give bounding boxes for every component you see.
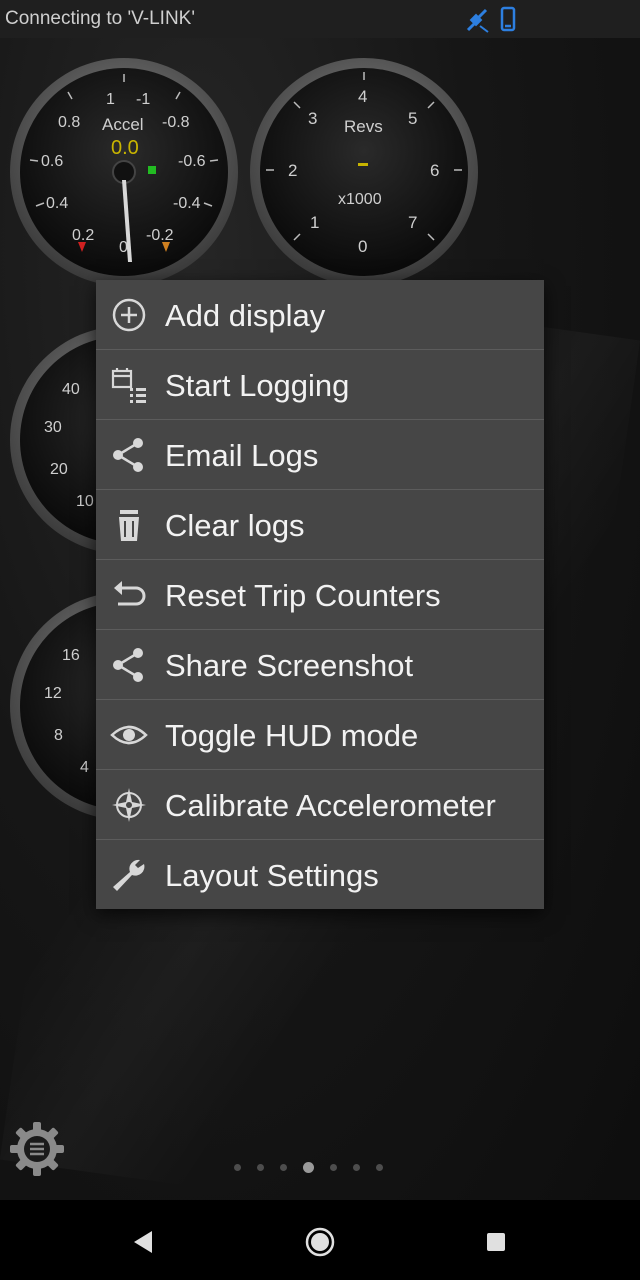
boost-tick-16: 16 xyxy=(62,647,80,664)
menu-item-label: Calibrate Accelerometer xyxy=(165,788,496,823)
trash-icon xyxy=(119,510,139,541)
recents-icon[interactable] xyxy=(476,1222,516,1262)
page-indicator xyxy=(226,1157,391,1177)
page-dot[interactable] xyxy=(353,1163,360,1171)
menu-item-label: Add display xyxy=(165,298,326,333)
menu-item-share-screenshot[interactable]: Share Screenshot xyxy=(96,630,544,700)
menu-item-clear-logs[interactable]: Clear logs xyxy=(96,490,544,560)
accel-tick-neg02: -0.2 xyxy=(146,227,174,244)
add-circle-icon xyxy=(112,298,146,332)
accel-tick-neg1: -1 xyxy=(136,91,150,108)
menu-item-label: Layout Settings xyxy=(165,858,379,893)
options-menu: Add display Start Logging Email Logs Cle… xyxy=(96,280,544,909)
revs-unit: x1000 xyxy=(338,191,382,208)
boost-tick-12: 12 xyxy=(44,685,62,702)
revs-gauge[interactable]: 4 3 5 2 6 1 7 0 Revs x1000 xyxy=(248,56,480,288)
speed-tick-30: 30 xyxy=(44,419,62,436)
revs-tick-4: 4 xyxy=(358,87,367,106)
page-dot[interactable] xyxy=(376,1163,383,1171)
boost-tick-8: 8 xyxy=(54,727,63,744)
revs-tick-3: 3 xyxy=(308,109,317,128)
menu-item-label: Share Screenshot xyxy=(165,648,414,683)
share-icon xyxy=(113,648,143,682)
page-dot[interactable] xyxy=(234,1163,241,1171)
settings-gear-icon[interactable] xyxy=(8,1120,66,1178)
menu-item-toggle-hud-mode[interactable]: Toggle HUD mode xyxy=(96,700,544,770)
wrench-icon xyxy=(113,859,145,891)
status-icons xyxy=(466,6,516,33)
speed-tick-20: 20 xyxy=(50,461,68,478)
boost-tick-4: 4 xyxy=(80,759,89,776)
speed-tick-40: 40 xyxy=(62,381,80,398)
accel-tick-04: 0.4 xyxy=(46,195,68,212)
revs-tick-5: 5 xyxy=(408,109,417,128)
menu-item-label: Reset Trip Counters xyxy=(165,578,441,613)
page-dot[interactable] xyxy=(330,1163,337,1171)
revs-tick-1: 1 xyxy=(310,213,319,232)
dashboard-screen: Connecting to 'V-LINK' 1 -1 0.8 -0.8 0.6… xyxy=(0,0,640,1280)
menu-item-calibrate-accelerometer[interactable]: Calibrate Accelerometer xyxy=(96,770,544,840)
accel-status-led xyxy=(148,166,156,174)
page-dot[interactable] xyxy=(257,1163,264,1171)
speed-tick-10: 10 xyxy=(76,493,94,510)
accel-tick-neg08: -0.8 xyxy=(162,114,190,131)
menu-item-label: Clear logs xyxy=(165,508,305,543)
revs-tick-0: 0 xyxy=(358,237,367,256)
compass-icon xyxy=(112,788,146,822)
connection-status-text: Connecting to 'V-LINK' xyxy=(5,8,195,29)
share-icon xyxy=(113,438,143,472)
accel-tick-08: 0.8 xyxy=(58,114,80,131)
menu-item-start-logging[interactable]: Start Logging xyxy=(96,350,544,420)
back-icon[interactable] xyxy=(124,1222,164,1262)
menu-item-reset-trip-counters[interactable]: Reset Trip Counters xyxy=(96,560,544,630)
revs-tick-7: 7 xyxy=(408,213,417,232)
menu-item-email-logs[interactable]: Email Logs xyxy=(96,420,544,490)
accel-tick-neg04: -0.4 xyxy=(173,195,201,212)
needle-hub xyxy=(112,160,136,184)
menu-item-label: Toggle HUD mode xyxy=(165,718,419,753)
revs-value-bar xyxy=(358,163,368,166)
accel-tick-1: 1 xyxy=(106,91,115,108)
menu-item-label: Email Logs xyxy=(165,438,319,473)
accel-tick-02: 0.2 xyxy=(72,227,94,244)
undo-icon xyxy=(114,581,146,606)
accel-value: 0.0 xyxy=(111,137,139,159)
calendar-list-icon xyxy=(111,368,146,403)
revs-tick-2: 2 xyxy=(288,161,297,180)
accel-title: Accel xyxy=(102,115,144,134)
page-dot[interactable] xyxy=(280,1163,287,1171)
status-bar: Connecting to 'V-LINK' xyxy=(0,0,640,38)
page-dot-active[interactable] xyxy=(303,1161,314,1173)
accel-tick-06: 0.6 xyxy=(41,153,63,170)
navigation-bar xyxy=(0,1200,640,1280)
accel-gauge[interactable]: 1 -1 0.8 -0.8 0.6 -0.6 0.4 -0.4 0.2 -0.2… xyxy=(8,56,240,288)
menu-item-label: Start Logging xyxy=(165,368,350,403)
accel-tick-neg06: -0.6 xyxy=(178,153,206,170)
home-icon[interactable] xyxy=(300,1222,340,1262)
menu-item-add-display[interactable]: Add display xyxy=(96,280,544,350)
satellite-icon xyxy=(466,8,489,33)
revs-tick-6: 6 xyxy=(430,161,439,180)
eye-icon xyxy=(110,725,148,745)
revs-title: Revs xyxy=(344,117,383,136)
phone-icon xyxy=(500,6,516,32)
menu-item-layout-settings[interactable]: Layout Settings xyxy=(96,840,544,909)
